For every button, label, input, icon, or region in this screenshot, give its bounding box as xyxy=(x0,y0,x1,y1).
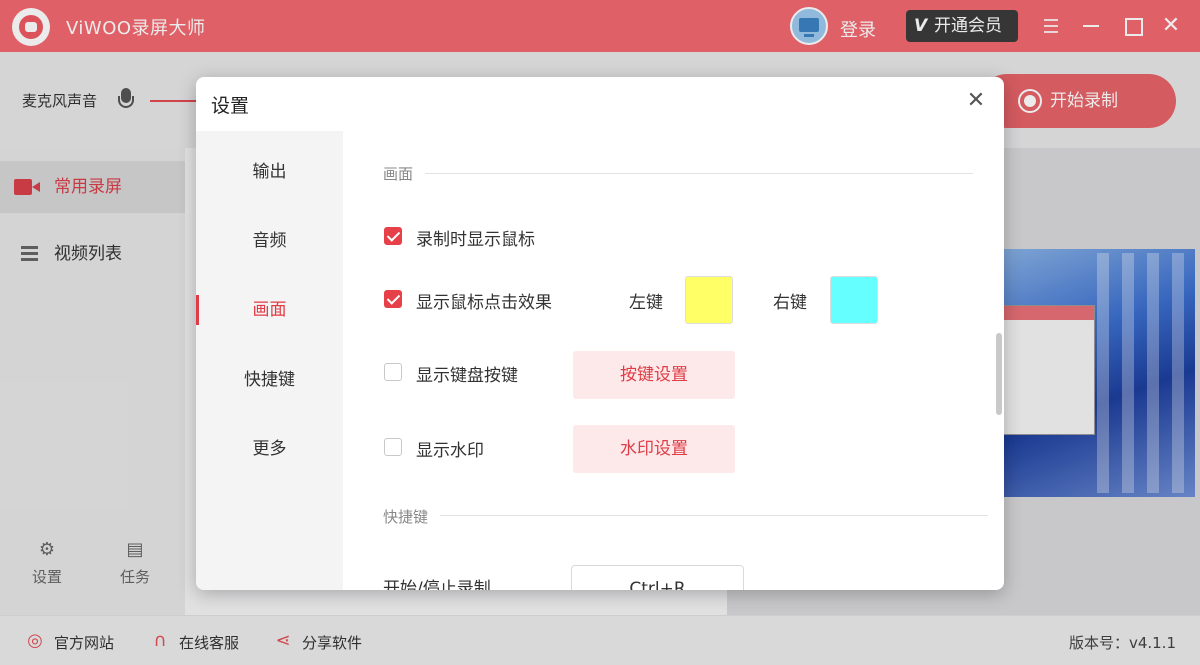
right-key-label: 右键 xyxy=(773,293,807,313)
key-settings-button[interactable]: 按键设置 xyxy=(573,351,735,399)
section-divider xyxy=(440,515,988,516)
nav-item-output[interactable]: 输出 xyxy=(196,152,343,192)
section-label-hotkeys: 快捷键 xyxy=(383,508,429,526)
nav-item-hotkeys[interactable]: 快捷键 xyxy=(196,360,343,400)
hotkey-start-stop-label: 开始/停止录制 xyxy=(383,579,491,590)
left-key-color-swatch[interactable] xyxy=(685,276,733,324)
hotkey-start-stop-input[interactable]: Ctrl+R xyxy=(571,565,744,590)
left-key-label: 左键 xyxy=(629,293,663,313)
settings-nav: 输出 音频 画面 快捷键 更多 xyxy=(196,131,343,590)
show-cursor-label: 录制时显示鼠标 xyxy=(416,230,535,250)
scrollbar-thumb[interactable] xyxy=(996,333,1002,415)
click-effect-checkbox[interactable] xyxy=(384,290,402,308)
dialog-title: 设置 xyxy=(211,95,250,117)
settings-scrollbar[interactable] xyxy=(994,131,1004,590)
settings-content: 画面 录制时显示鼠标 显示鼠标点击效果 左键 右键 显示键盘按键 按键设置 显示… xyxy=(343,131,1004,590)
section-label-picture: 画面 xyxy=(383,165,414,183)
right-key-color-swatch[interactable] xyxy=(830,276,878,324)
nav-item-audio[interactable]: 音频 xyxy=(196,221,343,261)
settings-dialog: 设置 ✕ 输出 音频 画面 快捷键 更多 画面 录制时显示鼠标 显示鼠标点击效果… xyxy=(196,77,1004,590)
show-keys-label: 显示键盘按键 xyxy=(416,366,518,386)
watermark-settings-button[interactable]: 水印设置 xyxy=(573,425,735,473)
show-cursor-checkbox[interactable] xyxy=(384,227,402,245)
nav-item-more[interactable]: 更多 xyxy=(196,429,343,469)
watermark-label: 显示水印 xyxy=(416,441,484,461)
dialog-close-icon[interactable]: ✕ xyxy=(964,89,988,113)
watermark-checkbox[interactable] xyxy=(384,438,402,456)
show-keys-checkbox[interactable] xyxy=(384,363,402,381)
nav-item-picture[interactable]: 画面 xyxy=(196,290,343,330)
section-divider xyxy=(425,173,973,174)
click-effect-label: 显示鼠标点击效果 xyxy=(416,293,552,313)
